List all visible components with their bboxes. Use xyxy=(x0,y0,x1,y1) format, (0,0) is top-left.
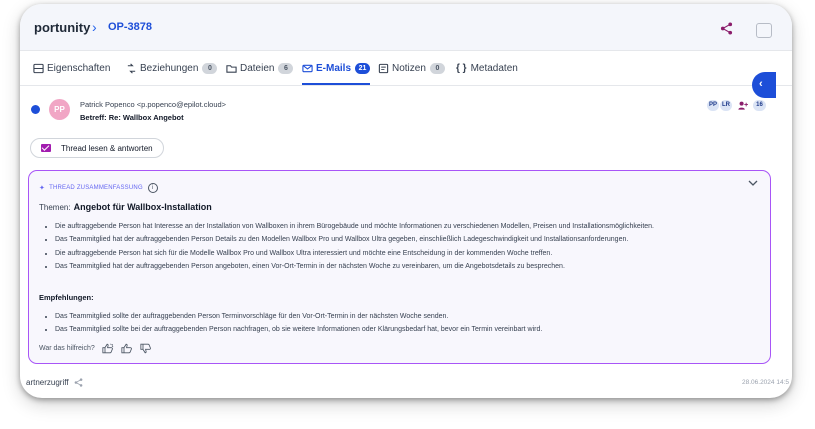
tab-label: Metadaten xyxy=(470,62,518,74)
recommendations-list: Das Teammitglied sollte der auftraggeben… xyxy=(39,311,775,338)
chevron-down-icon[interactable] xyxy=(747,177,759,189)
recommendations-title: Empfehlungen: xyxy=(39,293,94,302)
count-badge: 0 xyxy=(202,62,218,74)
list-item: Die auftraggebende Person hat sich für d… xyxy=(55,248,775,260)
braces-icon: { } xyxy=(456,62,467,74)
feedback-row: War das hilfreich? xyxy=(39,343,152,354)
tab-bar: Eigenschaften Beziehungen 0 Dateien 6 E-… xyxy=(20,51,792,86)
list-item: Das Teammitglied sollte der auftraggeben… xyxy=(55,311,775,323)
thumbs-up-icon[interactable] xyxy=(121,343,133,354)
breadcrumb-separator: › xyxy=(92,19,97,35)
participant-chip[interactable]: PP xyxy=(707,100,719,111)
record-header: portunity › OP-3878 xyxy=(20,4,792,51)
thumbs-down-icon[interactable] xyxy=(140,343,152,354)
sparkle-icon: ✦ xyxy=(39,185,46,192)
list-item: Das Teammitglied hat der auftraggebenden… xyxy=(55,234,775,246)
summary-theme: Themen: Angebot für Wallbox-Installation xyxy=(39,202,212,212)
unread-indicator xyxy=(31,105,40,114)
mail-icon xyxy=(302,64,313,72)
list-item: Die auftraggebende Person hat Interesse … xyxy=(55,221,775,233)
tab-label: Eigenschaften xyxy=(47,62,111,74)
tab-metadaten[interactable]: { } Metadaten xyxy=(456,51,518,85)
info-icon[interactable]: i xyxy=(147,183,158,193)
partner-access-label: artnerzugriff xyxy=(26,378,69,387)
tab-dateien[interactable]: Dateien 6 xyxy=(226,51,294,85)
email-sender: Patrick Popenco <p.popenco@epilot.cloud> xyxy=(80,100,227,109)
partner-access[interactable]: artnerzugriff xyxy=(26,378,83,387)
relations-icon xyxy=(127,63,136,73)
read-thread-label: Thread lesen & antworten xyxy=(61,143,153,153)
tab-e-mails[interactable]: E-Mails 21 xyxy=(302,51,371,85)
layout-icon xyxy=(33,63,44,73)
thread-summary-panel: ✦ THREAD ZUSAMMENFASSUNG i Themen: Angebo… xyxy=(28,170,771,364)
summary-points: Die auftraggebende Person hat Interesse … xyxy=(39,221,775,274)
chevron-left-icon: ‹ xyxy=(759,78,763,90)
tab-eigenschaften[interactable]: Eigenschaften xyxy=(33,51,110,85)
list-item: Das Teammitglied sollte bei der auftragg… xyxy=(55,324,775,336)
email-timestamp: 28.06.2024 14:5 xyxy=(742,379,789,386)
read-thread-button[interactable]: Thread lesen & antworten xyxy=(30,138,164,158)
theme-label: Themen: xyxy=(39,203,71,212)
tab-beziehungen[interactable]: Beziehungen 0 xyxy=(126,51,218,85)
tab-notizen[interactable]: Notizen 0 xyxy=(378,51,445,85)
note-icon xyxy=(378,63,389,73)
mail-icon xyxy=(41,144,51,152)
count-badge: 6 xyxy=(278,62,294,74)
count-chip[interactable]: 16 xyxy=(753,100,766,111)
tab-label: E-Mails xyxy=(316,62,352,74)
count-badge: 0 xyxy=(429,62,445,74)
collapse-sidebar-button[interactable]: ‹ xyxy=(752,72,776,98)
summary-heading-label: THREAD ZUSAMMENFASSUNG xyxy=(49,185,143,191)
breadcrumb-record-id[interactable]: OP-3878 xyxy=(108,21,152,33)
share-icon[interactable] xyxy=(74,378,83,387)
folder-icon xyxy=(226,64,237,73)
feedback-label: War das hilfreich? xyxy=(39,345,95,352)
avatar: PP xyxy=(49,99,70,120)
email-subject: Betreff: Re: Wallbox Angebot xyxy=(80,113,184,122)
tab-label: Dateien xyxy=(240,62,275,74)
list-item: Das Teammitglied hat der auftraggebenden… xyxy=(55,261,775,273)
tab-label: Beziehungen xyxy=(140,62,199,74)
count-badge: 21 xyxy=(355,62,371,74)
add-person-icon[interactable] xyxy=(737,100,748,111)
summary-heading: ✦ THREAD ZUSAMMENFASSUNG i xyxy=(39,183,158,193)
tab-label: Notizen xyxy=(392,62,426,74)
breadcrumb-title[interactable]: portunity xyxy=(34,20,90,35)
app-window: portunity › OP-3878 Eigenschaften Bezieh… xyxy=(20,4,792,398)
participant-chip[interactable]: LR xyxy=(720,100,732,111)
more-icon[interactable] xyxy=(756,23,772,38)
theme-value: Angebot für Wallbox-Installation xyxy=(73,202,212,212)
share-icon[interactable] xyxy=(720,22,733,35)
very-helpful-icon[interactable] xyxy=(102,343,114,354)
